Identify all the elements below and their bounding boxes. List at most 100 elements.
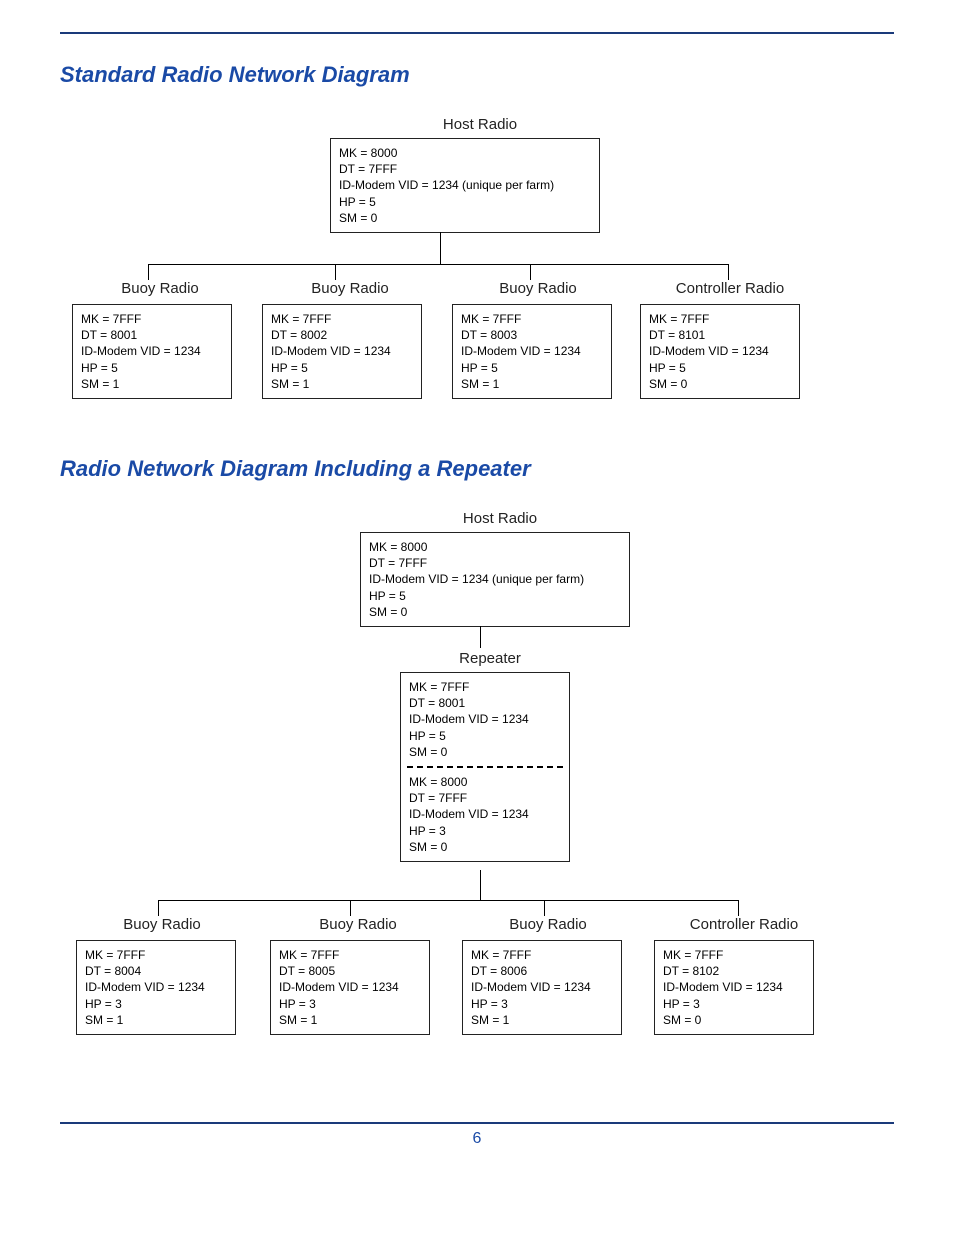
host2-dt: DT = 7FFF <box>369 555 621 571</box>
host-id: ID-Modem VID = 1234 (unique per farm) <box>339 177 591 193</box>
host2-id: ID-Modem VID = 1234 (unique per farm) <box>369 571 621 587</box>
child-2-hp: HP = 5 <box>461 360 603 376</box>
d2-child-0-sm: SM = 1 <box>85 1012 227 1028</box>
connector <box>480 870 481 900</box>
d2-child-2-id: ID-Modem VID = 1234 <box>471 979 613 995</box>
child-2-mk: MK = 7FFF <box>461 311 603 327</box>
child-2-id: ID-Modem VID = 1234 <box>461 343 603 359</box>
d2-child-1-sm: SM = 1 <box>279 1012 421 1028</box>
child-0-dt: DT = 8001 <box>81 327 223 343</box>
repeater-bot-mk: MK = 8000 <box>409 774 561 790</box>
heading-diagram-2: Radio Network Diagram Including a Repeat… <box>60 456 894 482</box>
connector <box>158 900 738 901</box>
connector <box>738 900 739 916</box>
child-0-id: ID-Modem VID = 1234 <box>81 343 223 359</box>
d2-child-2-dt: DT = 8006 <box>471 963 613 979</box>
child-2-label: Buoy Radio <box>468 280 608 297</box>
connector <box>335 264 336 280</box>
repeater-top-id: ID-Modem VID = 1234 <box>409 711 561 727</box>
host2-hp: HP = 5 <box>369 588 621 604</box>
connector <box>480 626 481 648</box>
host2-box: MK = 8000 DT = 7FFF ID-Modem VID = 1234 … <box>360 532 630 627</box>
child-3-dt: DT = 8101 <box>649 327 791 343</box>
host-sm: SM = 0 <box>339 210 591 226</box>
host-box: MK = 8000 DT = 7FFF ID-Modem VID = 1234 … <box>330 138 600 233</box>
page: Standard Radio Network Diagram Host Radi… <box>0 0 954 1198</box>
repeater-top-dt: DT = 8001 <box>409 695 561 711</box>
child-2-box: MK = 7FFF DT = 8003 ID-Modem VID = 1234 … <box>452 304 612 399</box>
repeater-top-sm: SM = 0 <box>409 744 561 760</box>
d2-child-2-mk: MK = 7FFF <box>471 947 613 963</box>
repeater-radio-network-diagram: Host Radio MK = 8000 DT = 7FFF ID-Modem … <box>60 510 894 1090</box>
host-mk: MK = 8000 <box>339 145 591 161</box>
d2-child-0-box: MK = 7FFF DT = 8004 ID-Modem VID = 1234 … <box>76 940 236 1035</box>
host-label: Host Radio <box>360 116 600 133</box>
d2-child-2-sm: SM = 1 <box>471 1012 613 1028</box>
d2-child-1-mk: MK = 7FFF <box>279 947 421 963</box>
repeater-box: MK = 7FFF DT = 8001 ID-Modem VID = 1234 … <box>400 672 570 862</box>
d2-child-2-label: Buoy Radio <box>478 916 618 933</box>
child-0-hp: HP = 5 <box>81 360 223 376</box>
host2-sm: SM = 0 <box>369 604 621 620</box>
child-3-id: ID-Modem VID = 1234 <box>649 343 791 359</box>
child-3-hp: HP = 5 <box>649 360 791 376</box>
host-hp: HP = 5 <box>339 194 591 210</box>
repeater-bot-hp: HP = 3 <box>409 823 561 839</box>
d2-child-1-box: MK = 7FFF DT = 8005 ID-Modem VID = 1234 … <box>270 940 430 1035</box>
repeater-label: Repeater <box>420 650 560 667</box>
child-0-mk: MK = 7FFF <box>81 311 223 327</box>
d2-child-1-id: ID-Modem VID = 1234 <box>279 979 421 995</box>
repeater-bot-dt: DT = 7FFF <box>409 790 561 806</box>
child-3-sm: SM = 0 <box>649 376 791 392</box>
d2-child-1-label: Buoy Radio <box>288 916 428 933</box>
child-3-mk: MK = 7FFF <box>649 311 791 327</box>
d2-child-0-label: Buoy Radio <box>92 916 232 933</box>
repeater-top-hp: HP = 5 <box>409 728 561 744</box>
child-3-label: Controller Radio <box>640 280 820 297</box>
child-1-sm: SM = 1 <box>271 376 413 392</box>
connector <box>148 264 728 265</box>
d2-child-2-hp: HP = 3 <box>471 996 613 1012</box>
connector <box>440 232 441 264</box>
child-1-id: ID-Modem VID = 1234 <box>271 343 413 359</box>
connector <box>544 900 545 916</box>
child-0-box: MK = 7FFF DT = 8001 ID-Modem VID = 1234 … <box>72 304 232 399</box>
bottom-rule <box>60 1122 894 1124</box>
repeater-top-mk: MK = 7FFF <box>409 679 561 695</box>
child-2-sm: SM = 1 <box>461 376 603 392</box>
d2-child-3-label: Controller Radio <box>654 916 834 933</box>
heading-diagram-1: Standard Radio Network Diagram <box>60 62 894 88</box>
child-1-label: Buoy Radio <box>280 280 420 297</box>
child-1-hp: HP = 5 <box>271 360 413 376</box>
host2-mk: MK = 8000 <box>369 539 621 555</box>
child-0-sm: SM = 1 <box>81 376 223 392</box>
child-1-box: MK = 7FFF DT = 8002 ID-Modem VID = 1234 … <box>262 304 422 399</box>
child-0-label: Buoy Radio <box>90 280 230 297</box>
d2-child-3-id: ID-Modem VID = 1234 <box>663 979 805 995</box>
d2-child-3-hp: HP = 3 <box>663 996 805 1012</box>
connector <box>530 264 531 280</box>
host2-label: Host Radio <box>380 510 620 527</box>
child-3-box: MK = 7FFF DT = 8101 ID-Modem VID = 1234 … <box>640 304 800 399</box>
child-2-dt: DT = 8003 <box>461 327 603 343</box>
connector <box>350 900 351 916</box>
d2-child-3-mk: MK = 7FFF <box>663 947 805 963</box>
host-dt: DT = 7FFF <box>339 161 591 177</box>
d2-child-3-sm: SM = 0 <box>663 1012 805 1028</box>
standard-radio-network-diagram: Host Radio MK = 8000 DT = 7FFF ID-Modem … <box>60 116 894 456</box>
d2-child-0-hp: HP = 3 <box>85 996 227 1012</box>
page-number: 6 <box>60 1130 894 1178</box>
connector <box>728 264 729 280</box>
d2-child-0-dt: DT = 8004 <box>85 963 227 979</box>
connector <box>158 900 159 916</box>
d2-child-1-hp: HP = 3 <box>279 996 421 1012</box>
top-rule <box>60 32 894 34</box>
repeater-bot-sm: SM = 0 <box>409 839 561 855</box>
d2-child-1-dt: DT = 8005 <box>279 963 421 979</box>
child-1-dt: DT = 8002 <box>271 327 413 343</box>
d2-child-3-dt: DT = 8102 <box>663 963 805 979</box>
d2-child-0-id: ID-Modem VID = 1234 <box>85 979 227 995</box>
connector <box>148 264 149 280</box>
repeater-bot-id: ID-Modem VID = 1234 <box>409 806 561 822</box>
d2-child-0-mk: MK = 7FFF <box>85 947 227 963</box>
